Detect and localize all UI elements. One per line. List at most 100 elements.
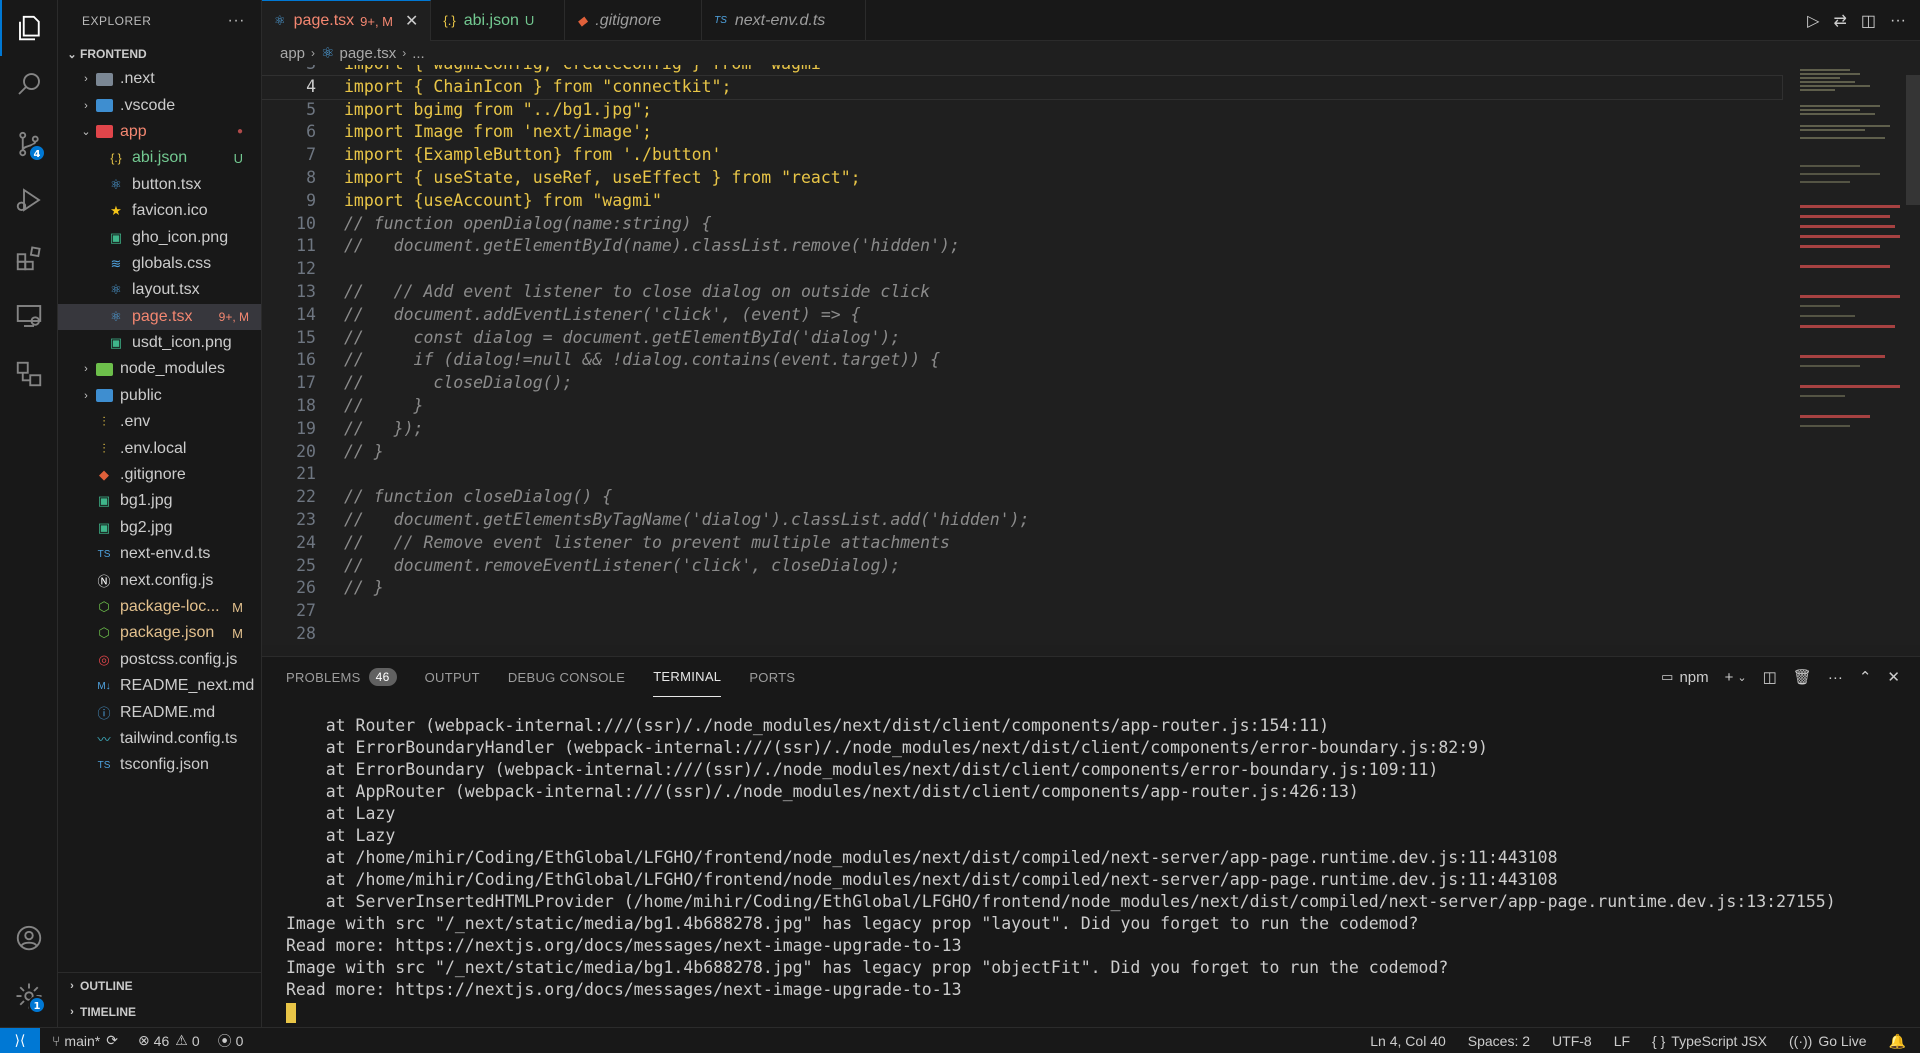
tree-item-env[interactable]: ⫶ .env	[58, 409, 261, 435]
remote-explorer-icon[interactable]	[0, 288, 58, 344]
vertical-scrollbar[interactable]	[1906, 75, 1920, 205]
indentation[interactable]: Spaces: 2	[1468, 1033, 1530, 1049]
tree-item-label: abi.json	[132, 149, 188, 167]
search-icon[interactable]	[0, 56, 58, 112]
code-editor[interactable]: 3 import { wagmiConfig, createConfig } fr…	[262, 65, 1920, 645]
tab-problems[interactable]: PROBLEMS 46	[286, 657, 397, 697]
tree-item-favicon[interactable]: ★ favicon.ico	[58, 198, 261, 224]
tab-next-env[interactable]: TS next-env.d.ts	[702, 0, 867, 41]
testing-icon[interactable]	[0, 346, 58, 402]
breadcrumb-more[interactable]: ...	[412, 45, 425, 62]
tree-item-tsconfig[interactable]: TS tsconfig.json	[58, 752, 261, 778]
extensions-icon[interactable]	[0, 230, 58, 286]
folder-root[interactable]: ⌄ FRONTEND	[58, 42, 261, 66]
tree-item-env-local[interactable]: ⫶ .env.local	[58, 435, 261, 461]
run-icon[interactable]: ▷	[1807, 11, 1819, 31]
tree-item-next[interactable]: › .next	[58, 66, 261, 92]
run-debug-icon[interactable]	[0, 172, 58, 228]
explorer-icon[interactable]	[0, 0, 58, 56]
more-actions-icon[interactable]: ···	[1890, 12, 1906, 30]
tree-item-usdt-icon[interactable]: ▣ usdt_icon.png	[58, 330, 261, 356]
terminal-name[interactable]: npm	[1679, 669, 1708, 686]
tree-item-app[interactable]: ⌄ app ●	[58, 119, 261, 145]
tree-item-gitignore[interactable]: ◆ .gitignore	[58, 462, 261, 488]
tree-item-package-lock[interactable]: ⬡ package-loc... M	[58, 594, 261, 620]
line-number: 6	[306, 122, 316, 142]
code-text: // });	[344, 418, 424, 438]
panel-actions: ▭ npm + ⌄ ◫ 🗑 ··· ⌃ ✕	[1661, 657, 1900, 697]
breadcrumb-file[interactable]: page.tsx	[339, 45, 396, 62]
split-editor-icon[interactable]: ◫	[1861, 11, 1876, 31]
tree-item-abi-json[interactable]: {.} abi.json U	[58, 145, 261, 171]
close-icon[interactable]: ✕	[405, 11, 418, 31]
sidebar-bottom-sections: › OUTLINE › TIMELINE	[58, 972, 262, 1025]
tree-item-postcss-config[interactable]: ◎ postcss.config.js	[58, 647, 261, 673]
tree-item-label: page.tsx	[132, 307, 193, 325]
cursor-position[interactable]: Ln 4, Col 40	[1370, 1033, 1446, 1049]
css-file-icon: ≋	[110, 255, 122, 271]
git-file-icon: ◆	[99, 467, 109, 483]
tab-terminal[interactable]: TERMINAL	[653, 657, 722, 697]
close-icon[interactable]: ✕	[1887, 668, 1900, 686]
typescript-file-icon: TS	[97, 548, 111, 560]
tree-item-button-tsx[interactable]: ⚛ button.tsx	[58, 172, 261, 198]
typescript-file-icon: TS	[714, 15, 727, 26]
terminal-output[interactable]: at Router (webpack-internal:///(ssr)/./n…	[286, 715, 1836, 1023]
tree-item-page-tsx[interactable]: ⚛ page.tsx 9+, M	[58, 303, 261, 330]
editor-tabs: ⚛ page.tsx 9+, M ✕ {.} abi.json U ◆ .git…	[262, 0, 1920, 41]
end-of-line[interactable]: LF	[1614, 1033, 1630, 1049]
code-text: import bgimg from "../bg1.jpg";	[344, 99, 652, 119]
tree-item-package-json[interactable]: ⬡ package.json M	[58, 620, 261, 646]
encoding[interactable]: UTF-8	[1552, 1033, 1592, 1049]
line-number: 16	[296, 350, 316, 370]
tree-item-tailwind-config[interactable]: 〰 tailwind.config.ts	[58, 726, 261, 752]
tree-item-next-config[interactable]: Ⓝ next.config.js	[58, 567, 261, 593]
language-mode[interactable]: TypeScript JSX	[1671, 1033, 1767, 1049]
compare-changes-icon[interactable]: ⇄	[1833, 11, 1846, 31]
tree-item-label: .vscode	[120, 96, 176, 114]
tab-abi-json[interactable]: {.} abi.json U	[431, 0, 566, 41]
tab-page-tsx[interactable]: ⚛ page.tsx 9+, M ✕	[262, 0, 432, 41]
breadcrumb-folder[interactable]: app	[280, 45, 305, 62]
minimap[interactable]	[1796, 65, 1906, 505]
chevron-down-icon[interactable]: ⌄	[1737, 671, 1746, 684]
trash-icon[interactable]: 🗑	[1793, 668, 1812, 686]
git-branch[interactable]: main*	[64, 1033, 100, 1049]
tree-item-node-modules[interactable]: › node_modules	[58, 356, 261, 382]
tree-item-layout-tsx[interactable]: ⚛ layout.tsx	[58, 277, 261, 303]
accounts-icon[interactable]	[0, 910, 58, 966]
maximize-panel-icon[interactable]: ⌃	[1859, 668, 1872, 686]
timeline-section[interactable]: › TIMELINE	[58, 999, 262, 1025]
more-actions-icon[interactable]: ···	[228, 12, 245, 30]
bell-icon[interactable]: 🔔	[1889, 1033, 1906, 1050]
sync-icon[interactable]: ⟳	[106, 1032, 118, 1049]
tree-item-vscode[interactable]: › .vscode	[58, 92, 261, 118]
chevron-right-icon: ›	[84, 363, 88, 376]
tab-ports[interactable]: PORTS	[749, 657, 795, 697]
tree-item-public[interactable]: › public	[58, 383, 261, 409]
tab-gitignore[interactable]: ◆ .gitignore	[565, 0, 703, 41]
split-terminal-icon[interactable]: ◫	[1763, 668, 1777, 686]
new-terminal-icon[interactable]: +	[1725, 669, 1734, 686]
ports-count[interactable]: 0	[236, 1033, 244, 1049]
manage-gear-icon[interactable]: 1	[0, 968, 58, 1024]
tree-item-readme-next[interactable]: M↓ README_next.md	[58, 673, 261, 699]
tab-output[interactable]: OUTPUT	[425, 657, 480, 697]
go-live-button[interactable]: Go Live	[1818, 1033, 1866, 1049]
tree-item-next-env[interactable]: TS next-env.d.ts	[58, 541, 261, 567]
code-text: // closeDialog();	[344, 373, 573, 393]
tab-debug-console[interactable]: DEBUG CONSOLE	[508, 657, 625, 697]
tree-item-bg1[interactable]: ▣ bg1.jpg	[58, 488, 261, 514]
tree-item-readme[interactable]: ⓘ README.md	[58, 699, 261, 725]
tree-item-label: README.md	[120, 703, 216, 721]
warnings-count[interactable]: 0	[192, 1033, 200, 1049]
outline-section[interactable]: › OUTLINE	[58, 973, 262, 999]
tree-item-gho-icon[interactable]: ▣ gho_icon.png	[58, 224, 261, 250]
tree-item-globals-css[interactable]: ≋ globals.css	[58, 251, 261, 277]
source-control-icon[interactable]: 4	[0, 116, 58, 172]
more-actions-icon[interactable]: ···	[1828, 669, 1843, 686]
remote-indicator-icon[interactable]: ⟩⟨	[0, 1027, 40, 1053]
errors-count[interactable]: 46	[154, 1033, 170, 1049]
tree-item-bg2[interactable]: ▣ bg2.jpg	[58, 515, 261, 541]
ports-icon: ⦿	[217, 1032, 232, 1049]
